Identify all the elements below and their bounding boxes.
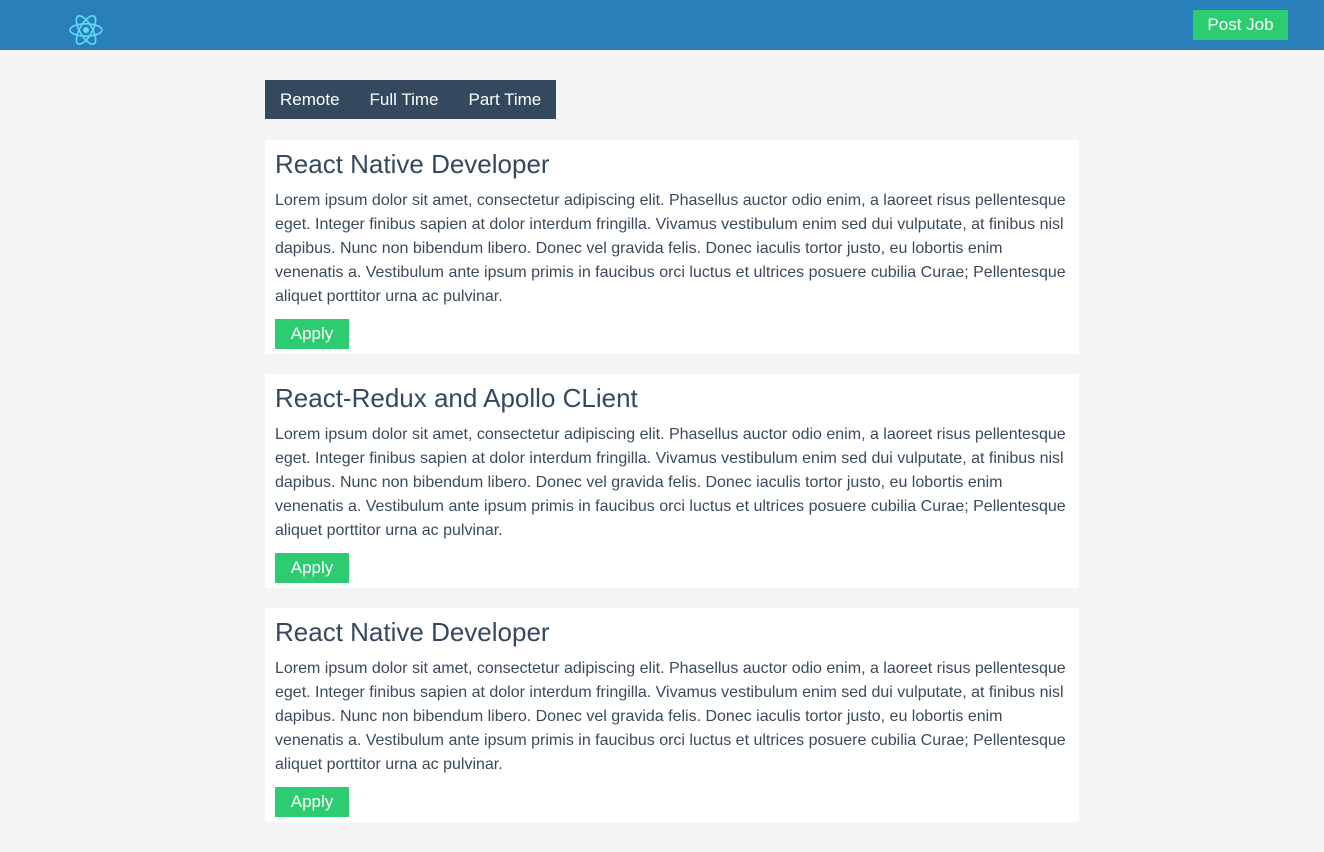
- apply-button[interactable]: Apply: [275, 553, 349, 583]
- job-description: Lorem ipsum dolor sit amet, consectetur …: [275, 426, 1066, 539]
- filter-remote[interactable]: Remote: [265, 80, 355, 119]
- filter-full-time[interactable]: Full Time: [355, 80, 454, 119]
- job-card: React Native Developer Lorem ipsum dolor…: [265, 608, 1079, 822]
- job-description: Lorem ipsum dolor sit amet, consectetur …: [275, 192, 1066, 305]
- post-job-button[interactable]: Post Job: [1193, 10, 1288, 40]
- job-card: React Native Developer Lorem ipsum dolor…: [265, 140, 1079, 354]
- react-atom-icon[interactable]: [68, 12, 104, 48]
- filter-part-time[interactable]: Part Time: [454, 80, 557, 119]
- job-title: React Native Developer: [275, 149, 550, 179]
- apply-button[interactable]: Apply: [275, 319, 349, 349]
- job-type-filter-bar: Remote Full Time Part Time: [265, 80, 557, 119]
- top-navbar: Post Job: [0, 0, 1324, 50]
- job-title: React-Redux and Apollo CLient: [275, 383, 638, 413]
- job-list: React Native Developer Lorem ipsum dolor…: [265, 140, 1079, 842]
- job-description: Lorem ipsum dolor sit amet, consectetur …: [275, 660, 1066, 773]
- job-card: React-Redux and Apollo CLient Lorem ipsu…: [265, 374, 1079, 588]
- apply-button[interactable]: Apply: [275, 787, 349, 817]
- job-title: React Native Developer: [275, 617, 550, 647]
